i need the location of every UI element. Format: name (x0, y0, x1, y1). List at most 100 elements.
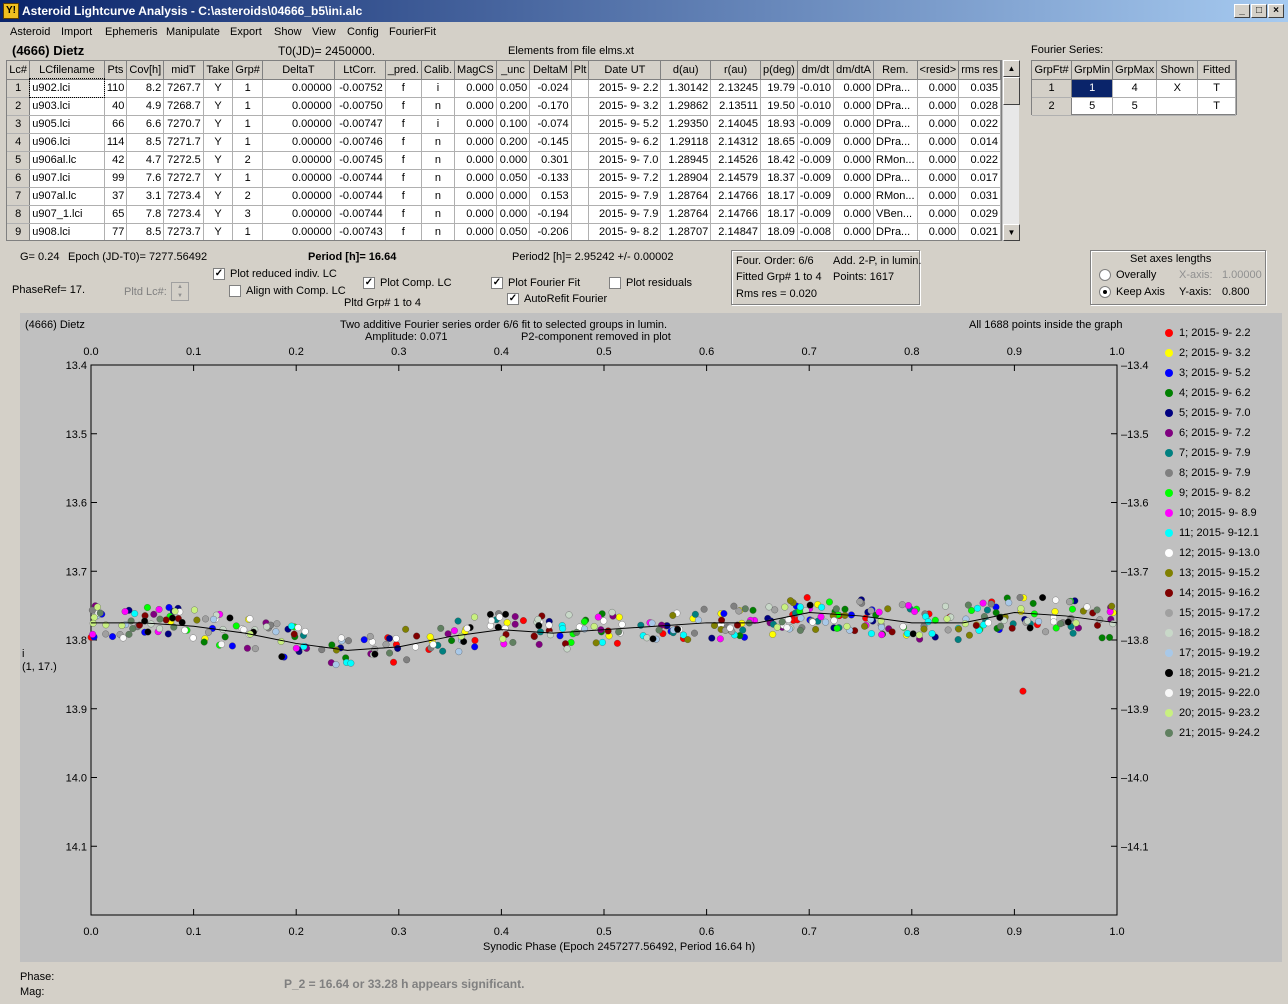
data-point (390, 658, 397, 666)
data-point (797, 614, 805, 622)
data-point (89, 619, 97, 627)
legend-label: 21; 2015- 9-24.2 (1179, 727, 1260, 739)
legend-dot-icon (1165, 569, 1173, 578)
data-point (580, 618, 588, 626)
status-mag: Mag: (20, 986, 45, 998)
data-point (615, 613, 623, 621)
x-tick-label-top: 1.0 (1109, 346, 1124, 358)
data-point (102, 630, 110, 638)
legend-item: 21; 2015- 9-24.2 (1165, 727, 1260, 741)
data-point (924, 618, 932, 626)
data-point (371, 650, 379, 658)
data-point (1024, 617, 1031, 625)
legend-dot-icon (1165, 529, 1173, 538)
y-tick-label: 14.0 (66, 773, 87, 785)
data-point (155, 606, 163, 613)
data-point (328, 641, 336, 649)
legend-item: 16; 2015- 9-18.2 (1165, 627, 1260, 641)
legend-label: 9; 2015- 9- 8.2 (1179, 487, 1251, 499)
legend-dot-icon (1165, 649, 1173, 658)
data-point (781, 603, 789, 611)
legend-label: 1; 2015- 9- 2.2 (1179, 327, 1251, 339)
data-point (413, 632, 421, 640)
x-tick-label: 0.0 (83, 926, 98, 938)
data-point (796, 626, 804, 634)
data-point (1057, 620, 1064, 628)
data-point (878, 631, 886, 639)
legend-dot-icon (1165, 449, 1173, 458)
data-point (96, 609, 104, 617)
status-area: Phase: Mag: P_2 = 16.64 or 33.28 h appea… (0, 964, 1288, 1004)
legend-dot-icon (1165, 329, 1173, 338)
y-axis-label: i (22, 648, 25, 660)
data-point (499, 635, 507, 643)
data-point (720, 610, 728, 618)
legend-item: 17; 2015- 9-19.2 (1165, 647, 1260, 661)
data-point (263, 623, 271, 631)
data-point (290, 630, 298, 638)
y-tick-label-right: –13.9 (1121, 704, 1149, 716)
x-tick-label: 0.5 (596, 926, 611, 938)
data-point (1066, 598, 1073, 606)
x-tick-label-top: 0.9 (1007, 346, 1022, 358)
legend-label: 14; 2015- 9-16.2 (1179, 587, 1260, 599)
data-point (278, 653, 286, 661)
data-point (535, 622, 543, 630)
data-point (509, 639, 517, 646)
data-point (162, 616, 170, 624)
y-tick-label-right: –13.6 (1121, 498, 1149, 510)
y-tick-label-right: –14.1 (1121, 841, 1149, 853)
legend-item: 18; 2015- 9-21.2 (1165, 667, 1260, 681)
plot-amplitude: Amplitude: 0.071 (365, 331, 448, 343)
legend-item: 6; 2015- 9- 7.2 (1165, 427, 1251, 441)
data-point (193, 616, 201, 624)
data-point (511, 613, 519, 621)
data-point (700, 605, 708, 613)
data-point (818, 603, 826, 611)
data-point (89, 630, 97, 638)
data-point (337, 634, 345, 642)
y-tick-label: 13.8 (66, 635, 87, 647)
data-point (825, 598, 833, 606)
x-tick-label: 0.9 (1007, 926, 1022, 938)
data-point (691, 629, 698, 637)
status-phase: Phase: (20, 971, 55, 983)
data-point (272, 628, 280, 636)
legend-label: 2; 2015- 9- 3.2 (1179, 347, 1251, 359)
data-point (1064, 618, 1072, 626)
x-tick-label-top: 0.6 (699, 346, 714, 358)
legend-dot-icon (1165, 729, 1173, 738)
data-point (1039, 594, 1047, 602)
data-point (125, 630, 133, 638)
data-point (803, 594, 811, 602)
legend-item: 4; 2015- 9- 6.2 (1165, 387, 1251, 401)
data-point (972, 621, 980, 629)
y-tick-label: 13.9 (66, 704, 87, 716)
data-point (455, 648, 463, 656)
data-point (1017, 605, 1025, 613)
legend-item: 5; 2015- 9- 7.0 (1165, 407, 1251, 421)
data-point (189, 634, 197, 642)
data-point (366, 632, 374, 640)
data-point (974, 604, 981, 612)
data-point (164, 630, 172, 638)
data-point (545, 621, 553, 629)
y-axis-sublabel: (1, 17.) (22, 661, 57, 673)
data-point (294, 624, 302, 632)
lightcurve-chart[interactable]: 0.0 0.0 0.1 0.1 0.2 0.2 0.3 0.3 0.4 0.4 0.5 0.5 0.6 0… (0, 0, 1288, 1004)
data-point (920, 625, 928, 633)
data-point (833, 624, 841, 632)
data-point (778, 618, 786, 626)
legend-dot-icon (1165, 469, 1173, 478)
legend-label: 10; 2015- 9- 8.9 (1179, 507, 1257, 519)
data-point (1026, 624, 1034, 632)
data-point (332, 661, 340, 669)
data-point (463, 624, 471, 632)
data-point (787, 597, 794, 605)
data-point (984, 619, 992, 627)
legend-item: 13; 2015- 9-15.2 (1165, 567, 1260, 581)
data-point (830, 617, 838, 624)
data-point (1042, 628, 1050, 636)
plot-points-note: All 1688 points inside the graph (969, 319, 1123, 331)
data-point (402, 625, 410, 633)
